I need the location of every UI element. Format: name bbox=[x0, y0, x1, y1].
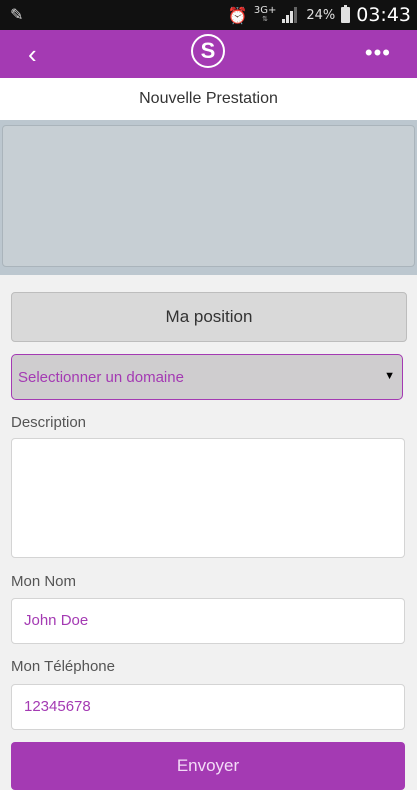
domain-select[interactable]: Selectionner un domaine ▼ bbox=[11, 354, 403, 400]
chevron-left-icon[interactable]: ‹ bbox=[28, 39, 37, 69]
name-label: Mon Nom bbox=[11, 573, 77, 590]
name-field[interactable]: John Doe bbox=[11, 598, 405, 644]
description-label: Description bbox=[11, 414, 87, 431]
app-bar: ‹ S ••• bbox=[0, 30, 417, 78]
domain-select-value: Selectionner un domaine bbox=[18, 369, 184, 386]
battery-percent: 24% bbox=[306, 7, 336, 23]
alarm-icon: ⏰ bbox=[227, 5, 248, 25]
pencil-icon: ✎ bbox=[10, 5, 24, 24]
dropdown-arrow-icon: ▼ bbox=[384, 370, 395, 382]
status-bar: ✎ ⏰ 3G+ ⇅ 24% 03:43 bbox=[0, 0, 417, 30]
signal-icon bbox=[282, 7, 300, 23]
map-view[interactable] bbox=[2, 125, 415, 267]
app-logo: S bbox=[191, 34, 225, 68]
network-indicator: 3G+ ⇅ bbox=[254, 6, 277, 24]
clock: 03:43 bbox=[356, 4, 411, 26]
data-arrows-icon: ⇅ bbox=[262, 15, 269, 23]
my-position-button[interactable]: Ma position bbox=[11, 292, 407, 342]
description-textarea[interactable] bbox=[11, 438, 405, 558]
more-horizontal-icon[interactable]: ••• bbox=[365, 42, 391, 64]
submit-button[interactable]: Envoyer bbox=[11, 742, 405, 790]
phone-label: Mon Téléphone bbox=[11, 658, 115, 675]
phone-field[interactable]: 12345678 bbox=[11, 684, 405, 730]
battery-icon bbox=[341, 5, 351, 23]
map-container bbox=[0, 120, 417, 275]
name-field-value: John Doe bbox=[24, 612, 89, 629]
phone-field-value: 12345678 bbox=[24, 698, 91, 715]
status-indicators: ⏰ 3G+ ⇅ 24% 03:43 bbox=[228, 0, 411, 30]
page-title: Nouvelle Prestation bbox=[0, 78, 417, 120]
